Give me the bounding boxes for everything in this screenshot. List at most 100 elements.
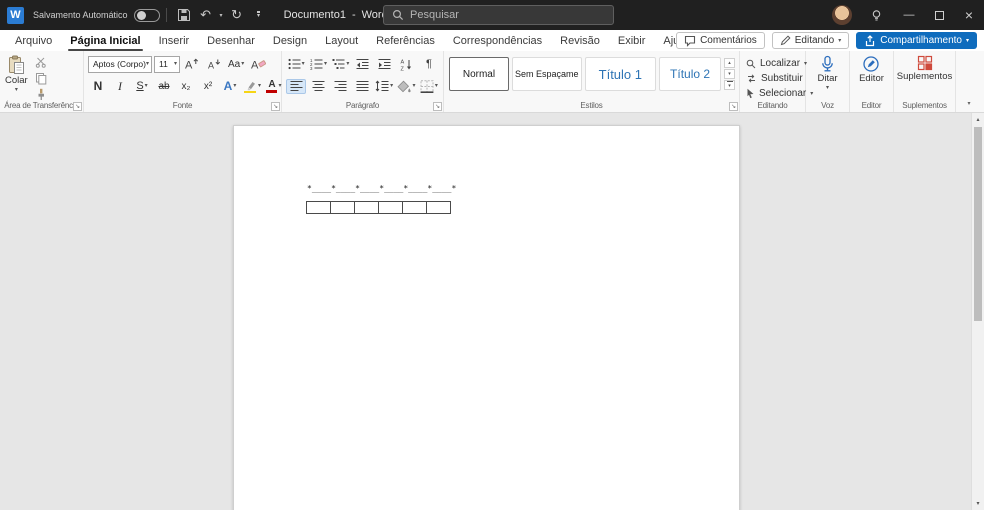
shading-button[interactable]: ▾ xyxy=(396,79,416,94)
sort-button[interactable]: AZ xyxy=(397,57,417,72)
undo-dropdown-button[interactable]: ▾ xyxy=(217,2,226,28)
scroll-down-button[interactable]: ▾ xyxy=(972,497,984,510)
style-titulo-2[interactable]: Título 2 xyxy=(659,57,721,91)
doc-table-cell[interactable] xyxy=(378,201,403,214)
styles-gallery-controls: ▴ ▾ ▾ xyxy=(724,58,735,90)
paragraph-dialog-launcher[interactable]: ↘ xyxy=(433,102,442,111)
align-right-button[interactable] xyxy=(330,79,350,94)
lightbulb-button[interactable] xyxy=(866,2,886,28)
titlebar-right: — × xyxy=(832,0,984,30)
styles-dialog-launcher[interactable]: ↘ xyxy=(729,102,738,111)
numbering-button[interactable]: 1 2 3 ▾ xyxy=(308,57,328,72)
highlight-icon xyxy=(243,80,257,93)
tab-arquivo[interactable]: Arquivo xyxy=(6,30,61,51)
bullets-button[interactable]: ▾ xyxy=(286,57,306,72)
increase-indent-button[interactable] xyxy=(375,57,395,72)
text-effects-button[interactable]: A ▾ xyxy=(220,79,240,94)
select-button[interactable]: Selecionar ▾ xyxy=(746,87,813,100)
document-table[interactable] xyxy=(306,201,451,214)
tab-correspondencias[interactable]: Correspondências xyxy=(444,30,551,51)
cut-button[interactable] xyxy=(31,55,51,70)
vertical-scrollbar[interactable]: ▴ ▾ xyxy=(971,113,984,510)
collapse-ribbon-button[interactable]: ▾ xyxy=(962,98,976,109)
align-left-button[interactable] xyxy=(286,78,306,94)
tab-revisao[interactable]: Revisão xyxy=(551,30,609,51)
editor-button[interactable]: Editor xyxy=(856,53,887,98)
underline-button[interactable]: S ▾ xyxy=(132,79,152,94)
word-logo[interactable]: W xyxy=(7,6,24,24)
borders-button[interactable]: ▾ xyxy=(419,79,439,94)
doc-table-cell[interactable] xyxy=(330,201,355,214)
maximize-button[interactable] xyxy=(924,0,954,30)
save-button[interactable] xyxy=(173,2,195,28)
editing-mode-button[interactable]: Editando ▾ xyxy=(771,32,850,49)
chevron-down-icon: ▾ xyxy=(346,61,350,67)
scrollbar-thumb[interactable] xyxy=(974,127,982,321)
style-sem-espacamento-label: Sem Espaçame xyxy=(515,69,579,79)
font-dialog-launcher[interactable]: ↘ xyxy=(271,102,280,111)
align-center-button[interactable] xyxy=(308,79,328,94)
customize-quick-access-toolbar-button[interactable]: ▾ xyxy=(248,2,270,28)
search-input[interactable] xyxy=(410,9,605,21)
styles-gallery-up-button[interactable]: ▴ xyxy=(724,58,735,68)
doc-table-cell[interactable] xyxy=(306,201,331,214)
highlight-button[interactable]: ▾ xyxy=(242,79,262,94)
find-button[interactable]: Localizar ▾ xyxy=(746,57,807,70)
dictate-button[interactable]: Ditar ▾ xyxy=(814,53,840,98)
titlebar: W Salvamento Automático ↶ ▾ ↻ ▾ Document… xyxy=(0,0,984,30)
doc-table-cell[interactable] xyxy=(426,201,451,214)
format-painter-button[interactable] xyxy=(31,87,51,102)
svg-text:Z: Z xyxy=(401,66,405,71)
tab-desenhar[interactable]: Desenhar xyxy=(198,30,264,51)
tab-inserir[interactable]: Inserir xyxy=(150,30,199,51)
tab-exibir[interactable]: Exibir xyxy=(609,30,655,51)
style-sem-espacamento[interactable]: Sem Espaçame xyxy=(511,57,582,91)
styles-gallery-more-button[interactable]: ▾ xyxy=(724,80,735,90)
paste-button[interactable]: Colar ▾ xyxy=(2,53,31,102)
addins-button[interactable]: Suplementos xyxy=(894,53,955,98)
minimize-button[interactable]: — xyxy=(894,0,924,30)
justify-button[interactable] xyxy=(352,79,372,94)
scroll-up-button[interactable]: ▴ xyxy=(972,113,984,126)
strikethrough-button[interactable]: ab xyxy=(154,79,174,94)
search-box[interactable] xyxy=(383,5,614,25)
subscript-button[interactable]: x₂ xyxy=(176,79,196,94)
clear-formatting-button[interactable]: A xyxy=(248,57,268,72)
avatar[interactable] xyxy=(832,5,852,25)
tab-pagina-inicial[interactable]: Página Inicial xyxy=(61,30,149,51)
close-button[interactable]: × xyxy=(954,0,984,30)
copy-button[interactable] xyxy=(31,71,51,86)
multilevel-list-button[interactable]: ▾ xyxy=(331,57,351,72)
document-text-line: *____*____*____*____*____*____* xyxy=(307,184,457,193)
autosave-toggle[interactable] xyxy=(133,8,160,22)
shrink-font-button[interactable]: A xyxy=(204,57,224,72)
italic-button[interactable]: I xyxy=(110,79,130,94)
tab-referencias[interactable]: Referências xyxy=(367,30,444,51)
font-family-select[interactable]: Aptos (Corpo) ▾ xyxy=(88,55,152,73)
show-marks-button[interactable]: ¶ xyxy=(419,57,439,72)
replace-button[interactable]: Substituir xyxy=(746,72,803,85)
tab-layout[interactable]: Layout xyxy=(316,30,367,51)
chevron-down-icon: ▾ xyxy=(965,37,969,44)
style-normal[interactable]: Normal xyxy=(449,57,509,91)
tab-design[interactable]: Design xyxy=(264,30,316,51)
share-button[interactable]: Compartilhamento ▾ xyxy=(856,32,977,49)
redo-button[interactable]: ↻ xyxy=(226,2,248,28)
doc-table-cell[interactable] xyxy=(402,201,427,214)
undo-button[interactable]: ↶ xyxy=(195,2,217,28)
comments-button[interactable]: Comentários xyxy=(676,32,765,49)
doc-table-cell[interactable] xyxy=(354,201,379,214)
style-titulo-1[interactable]: Título 1 xyxy=(584,57,657,91)
clipboard-dialog-launcher[interactable]: ↘ xyxy=(73,102,82,111)
bold-button[interactable]: N xyxy=(88,79,108,94)
document-page[interactable]: *____*____*____*____*____*____* xyxy=(233,125,740,510)
superscript-button[interactable]: x² xyxy=(198,79,218,94)
grow-font-button[interactable]: A xyxy=(182,57,202,72)
styles-gallery-down-button[interactable]: ▾ xyxy=(724,69,735,79)
change-case-button[interactable]: Aa ▾ xyxy=(226,57,246,72)
font-color-button[interactable]: A ▾ xyxy=(264,79,284,94)
decrease-indent-button[interactable] xyxy=(353,57,373,72)
line-spacing-button[interactable]: ▾ xyxy=(374,79,394,94)
save-icon xyxy=(177,9,190,21)
font-size-select[interactable]: 11 ▾ xyxy=(154,55,180,73)
